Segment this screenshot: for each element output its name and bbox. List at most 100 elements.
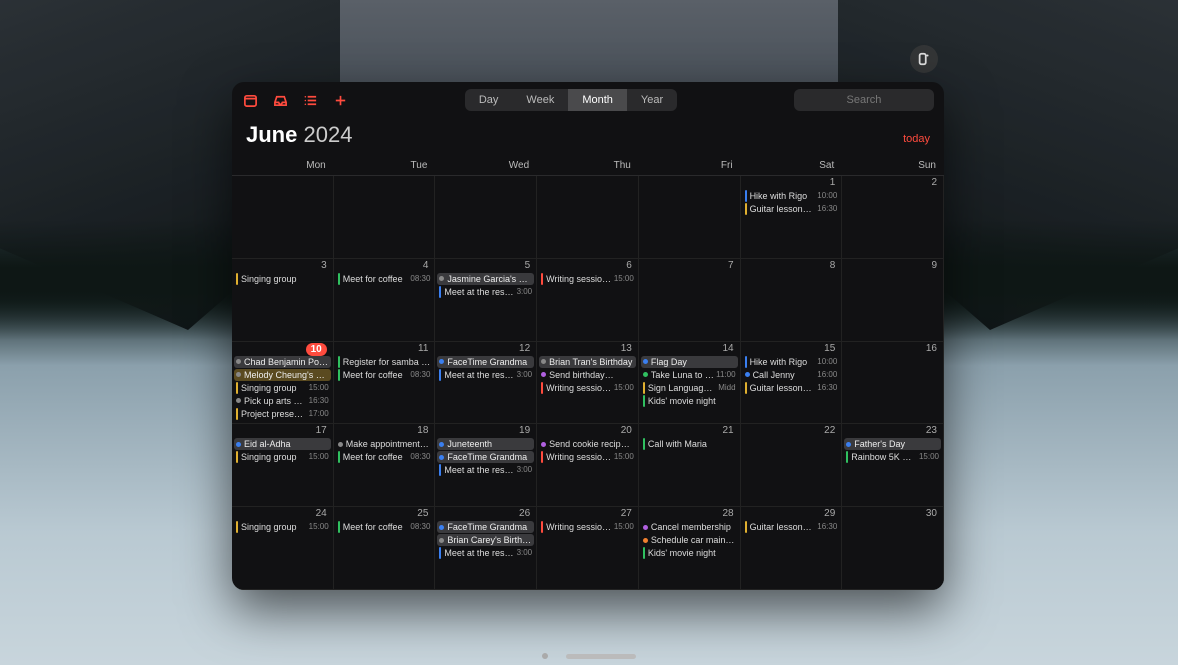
- day-cell[interactable]: 17Eid al-AdhaSinging group15:00: [232, 424, 334, 507]
- day-cell[interactable]: 8: [741, 259, 843, 342]
- event[interactable]: Father's Day: [844, 438, 941, 450]
- day-cell[interactable]: 15Hike with Rigo10:00Call Jenny16:00Guit…: [741, 342, 843, 425]
- day-cell[interactable]: 21Call with Maria: [639, 424, 741, 507]
- day-cell[interactable]: 23Father's DayRainbow 5K Run15:00: [842, 424, 944, 507]
- event[interactable]: Writing session with…15:00: [539, 273, 636, 285]
- event-time: 15:00: [309, 382, 329, 394]
- event[interactable]: Send cookie recipe to…: [539, 438, 636, 450]
- event[interactable]: Make appointment with…: [336, 438, 433, 450]
- event[interactable]: Send birthday…: [539, 369, 636, 381]
- event[interactable]: Guitar lessons wit…16:30: [743, 203, 840, 215]
- day-cell[interactable]: 4Meet for coffee08:30: [334, 259, 436, 342]
- event[interactable]: Project presentations17:00: [234, 408, 331, 420]
- event[interactable]: Singing group15:00: [234, 451, 331, 463]
- event[interactable]: FaceTime Grandma: [437, 356, 534, 368]
- day-cell[interactable]: 28Cancel membershipSchedule car maintena…: [639, 507, 741, 590]
- event[interactable]: FaceTime Grandma: [437, 451, 534, 463]
- day-cell[interactable]: [232, 176, 334, 259]
- view-tab-week[interactable]: Week: [512, 89, 568, 111]
- day-cell[interactable]: 5Jasmine Garcia's BirthdayMeet at the re…: [435, 259, 537, 342]
- event[interactable]: Meet at the restaurant3:00: [437, 369, 534, 381]
- event[interactable]: Meet for coffee08:30: [336, 451, 433, 463]
- event[interactable]: Brian Carey's Birthday: [437, 534, 534, 546]
- event[interactable]: Melody Cheung's Birthday: [234, 369, 331, 381]
- event[interactable]: Pick up arts & c…16:30: [234, 395, 331, 407]
- event[interactable]: Register for samba class: [336, 356, 433, 368]
- event[interactable]: Call with Maria: [641, 438, 738, 450]
- day-cell[interactable]: 14Flag DayTake Luna to the v…11:00Sign L…: [639, 342, 741, 425]
- event[interactable]: Kids' movie night: [641, 547, 738, 559]
- day-cell[interactable]: 12FaceTime GrandmaMeet at the restaurant…: [435, 342, 537, 425]
- day-cell[interactable]: 7: [639, 259, 741, 342]
- event[interactable]: Jasmine Garcia's Birthday: [437, 273, 534, 285]
- view-tab-month[interactable]: Month: [568, 89, 627, 111]
- event[interactable]: Take Luna to the v…11:00: [641, 369, 738, 381]
- day-cell[interactable]: 10Chad Benjamin Potter's BirthMelody Che…: [232, 342, 334, 425]
- day-cell[interactable]: 30: [842, 507, 944, 590]
- event-title: Flag Day: [651, 356, 736, 368]
- day-cell[interactable]: 9: [842, 259, 944, 342]
- view-segmented-control[interactable]: DayWeekMonthYear: [465, 89, 677, 111]
- event-title: Rainbow 5K Run: [851, 451, 917, 463]
- event-title: Singing group: [241, 451, 307, 463]
- day-cell[interactable]: 16: [842, 342, 944, 425]
- search-input[interactable]: Search: [794, 89, 934, 111]
- event[interactable]: Eid al-Adha: [234, 438, 331, 450]
- event[interactable]: Cancel membership: [641, 521, 738, 533]
- day-cell[interactable]: 24Singing group15:00: [232, 507, 334, 590]
- day-cell[interactable]: 27Writing session with…15:00: [537, 507, 639, 590]
- control-center-button[interactable]: [910, 45, 938, 73]
- event[interactable]: Guitar lessons wit…16:30: [743, 521, 840, 533]
- event[interactable]: Writing session with…15:00: [539, 521, 636, 533]
- add-icon[interactable]: [332, 92, 348, 108]
- day-cell[interactable]: 6Writing session with…15:00: [537, 259, 639, 342]
- event[interactable]: Meet for coffee08:30: [336, 273, 433, 285]
- day-cell[interactable]: 18Make appointment with…Meet for coffee0…: [334, 424, 436, 507]
- event[interactable]: Singing group15:00: [234, 521, 331, 533]
- event[interactable]: Writing session with…15:00: [539, 451, 636, 463]
- event[interactable]: Brian Tran's Birthday: [539, 356, 636, 368]
- event[interactable]: Call Jenny16:00: [743, 369, 840, 381]
- inbox-icon[interactable]: [272, 92, 288, 108]
- day-cell[interactable]: [537, 176, 639, 259]
- event[interactable]: Chad Benjamin Potter's Birth: [234, 356, 331, 368]
- event[interactable]: Meet at the restaurant3:00: [437, 286, 534, 298]
- event[interactable]: Juneteenth: [437, 438, 534, 450]
- day-cell[interactable]: 22: [741, 424, 843, 507]
- event[interactable]: Kids' movie night: [641, 395, 738, 407]
- day-cell[interactable]: [435, 176, 537, 259]
- event[interactable]: Guitar lessons wit…16:30: [743, 382, 840, 394]
- event[interactable]: Writing session with…15:00: [539, 382, 636, 394]
- calendar-icon[interactable]: [242, 92, 258, 108]
- day-cell[interactable]: 29Guitar lessons wit…16:30: [741, 507, 843, 590]
- view-tab-day[interactable]: Day: [465, 89, 513, 111]
- day-cell[interactable]: [639, 176, 741, 259]
- day-cell[interactable]: 26FaceTime GrandmaBrian Carey's Birthday…: [435, 507, 537, 590]
- event[interactable]: Flag Day: [641, 356, 738, 368]
- day-cell[interactable]: 13Brian Tran's BirthdaySend birthday…Wri…: [537, 342, 639, 425]
- event[interactable]: Hike with Rigo10:00: [743, 190, 840, 202]
- day-cell[interactable]: [334, 176, 436, 259]
- event[interactable]: Singing group15:00: [234, 382, 331, 394]
- event[interactable]: Meet at the restaurant3:00: [437, 547, 534, 559]
- day-cell[interactable]: 19JuneteenthFaceTime GrandmaMeet at the …: [435, 424, 537, 507]
- day-cell[interactable]: 11Register for samba classMeet for coffe…: [334, 342, 436, 425]
- event[interactable]: Rainbow 5K Run15:00: [844, 451, 941, 463]
- event[interactable]: Meet for coffee08:30: [336, 369, 433, 381]
- event-time: 15:00: [614, 521, 634, 533]
- event[interactable]: Singing group: [234, 273, 331, 285]
- day-cell[interactable]: 20Send cookie recipe to…Writing session …: [537, 424, 639, 507]
- event[interactable]: Meet for coffee08:30: [336, 521, 433, 533]
- list-icon[interactable]: [302, 92, 318, 108]
- event[interactable]: Hike with Rigo10:00: [743, 356, 840, 368]
- event[interactable]: FaceTime Grandma: [437, 521, 534, 533]
- view-tab-year[interactable]: Year: [627, 89, 677, 111]
- event[interactable]: Schedule car maintena…: [641, 534, 738, 546]
- event[interactable]: Meet at the restaurant3:00: [437, 464, 534, 476]
- day-cell[interactable]: 2: [842, 176, 944, 259]
- event[interactable]: Sign Language ClubMidd: [641, 382, 738, 394]
- today-button[interactable]: today: [903, 133, 930, 145]
- day-cell[interactable]: 3Singing group: [232, 259, 334, 342]
- day-cell[interactable]: 1Hike with Rigo10:00Guitar lessons wit…1…: [741, 176, 843, 259]
- day-cell[interactable]: 25Meet for coffee08:30: [334, 507, 436, 590]
